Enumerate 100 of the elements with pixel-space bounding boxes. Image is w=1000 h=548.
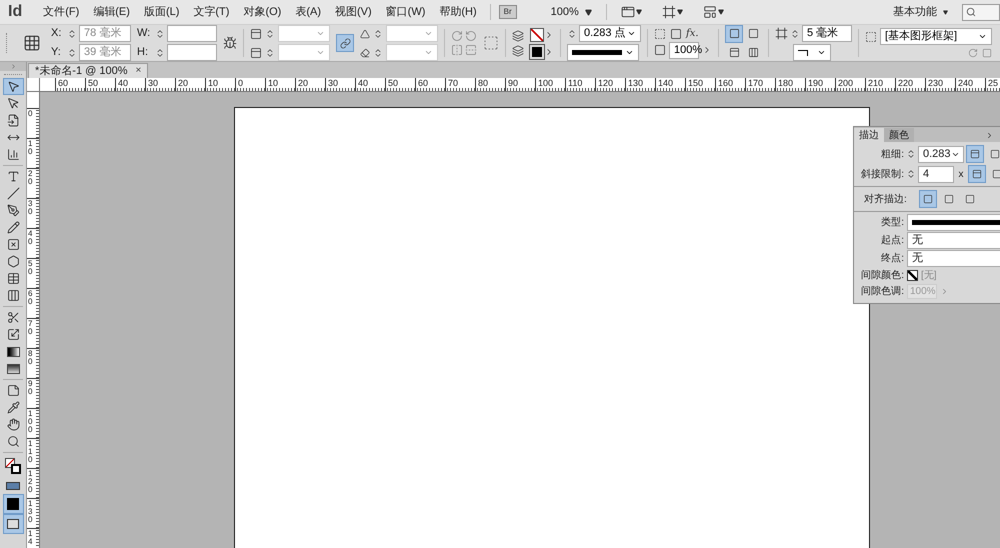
stroke-weight-dropdown[interactable]: 0.283 点 <box>579 25 641 42</box>
crossed-frame-icon <box>6 238 20 251</box>
ruler-label: 80 <box>28 350 32 366</box>
view-options-button[interactable] <box>620 5 642 19</box>
menu-item[interactable]: 表(A) <box>288 4 328 20</box>
menu-item[interactable]: 版面(L) <box>136 4 186 20</box>
corner-size-field[interactable]: 5 毫米 <box>802 25 852 42</box>
reference-point-icon <box>23 34 41 52</box>
ruler-label: 200 <box>838 78 854 88</box>
ruler-label: 150 <box>688 78 704 88</box>
size-label: W: <box>137 26 152 42</box>
stroke-swatch[interactable] <box>530 28 544 42</box>
cap-button[interactable] <box>966 145 984 163</box>
pencil-icon <box>6 221 20 234</box>
menu-item[interactable]: 文字(T) <box>186 4 236 20</box>
caret-icon <box>676 9 683 15</box>
spinner-icon <box>790 28 800 38</box>
hollow-pointer-icon <box>6 97 20 110</box>
stroke-align-button[interactable] <box>919 190 937 208</box>
stroke-weight-dropdown[interactable]: 0.283 <box>918 146 964 162</box>
miter-limit-field[interactable]: 4 <box>918 166 954 182</box>
coordinate-field[interactable]: 39 毫米 <box>79 44 131 61</box>
ruler-label: 25 <box>988 78 998 88</box>
normal-mode-button[interactable] <box>2 494 24 514</box>
screen-mode-button[interactable] <box>2 514 24 534</box>
coordinate-field[interactable]: 78 毫米 <box>79 25 131 42</box>
constrain-proportions-button[interactable] <box>336 34 354 52</box>
ruler-label: 240 <box>958 78 974 88</box>
stroke-type-dropdown[interactable] <box>907 214 1000 231</box>
layout-icon <box>702 5 717 19</box>
bug-icon <box>223 36 237 50</box>
panel-tab[interactable]: 描边 <box>854 128 884 142</box>
ruler-label: 14 <box>28 530 32 546</box>
ruler-label: 180 <box>778 78 794 88</box>
screen-mode-menu[interactable] <box>662 5 683 19</box>
menu-item[interactable]: 文件(F) <box>36 4 86 20</box>
ruler-label: 50 <box>88 78 98 88</box>
arrowhead-dropdown[interactable]: 无 <box>907 232 1000 249</box>
field-label: 类型: <box>880 216 904 230</box>
text-wrap-button[interactable] <box>725 24 743 42</box>
close-tab-button[interactable]: × <box>135 66 142 76</box>
spinner-icon <box>67 48 77 58</box>
frame-icon <box>662 5 676 19</box>
rotate-counterclockwise-icon <box>465 30 477 42</box>
effects-button[interactable]: fx. <box>686 28 699 40</box>
stroke-align-icon <box>965 194 975 204</box>
corner-shape-dropdown[interactable] <box>793 44 831 61</box>
line-icon <box>6 187 20 200</box>
ruler-label: 40 <box>28 230 32 246</box>
scale-icon <box>250 46 262 58</box>
corner-shape-icon <box>798 50 808 56</box>
arrow-pointer-tool[interactable] <box>2 78 24 95</box>
ruler-label: 30 <box>28 200 32 216</box>
menu-item[interactable]: 编辑(E) <box>86 4 137 20</box>
coordinate-label: Y: <box>51 45 62 60</box>
chevron-down-icon <box>627 29 636 38</box>
fill-swatch[interactable] <box>530 44 544 58</box>
stroke-align-icon <box>923 194 933 204</box>
ruler-label: 40 <box>358 78 368 88</box>
chevron-down-icon <box>978 32 987 41</box>
ruler-label: 110 <box>568 78 582 88</box>
menu-item[interactable]: 窗口(W) <box>378 4 432 20</box>
menu-item[interactable]: 帮助(H) <box>432 4 484 20</box>
ruler-label: 140 <box>658 78 674 88</box>
columns-icon <box>6 289 20 302</box>
size-field[interactable] <box>167 44 217 61</box>
hexagon-icon <box>6 255 20 268</box>
workspace-switcher[interactable]: 基本功能 <box>893 4 948 20</box>
ruler-label: 30 <box>328 78 338 88</box>
ruler-label: 60 <box>418 78 428 88</box>
arrowhead-dropdown[interactable]: 无 <box>907 250 1000 267</box>
ruler-label: 20 <box>298 78 308 88</box>
join-button[interactable] <box>968 165 986 183</box>
bridge-button[interactable]: Br <box>498 5 517 19</box>
arrange-documents-button[interactable] <box>702 5 724 19</box>
pen-icon <box>6 204 20 217</box>
ruler-label: 60 <box>28 290 32 306</box>
menu-item[interactable]: 对象(O) <box>236 4 288 20</box>
search-field[interactable] <box>962 4 1000 20</box>
ruler-label: 130 <box>28 500 32 524</box>
ruler-label: 90 <box>508 78 518 88</box>
object-style-dropdown[interactable]: [基本图形框架] <box>880 28 992 45</box>
field-label: 间隙颜色: <box>860 268 904 283</box>
eyedropper-icon <box>6 401 20 414</box>
stroke-type-dropdown[interactable] <box>567 44 639 61</box>
ruler-label: 120 <box>28 470 32 494</box>
panel-tab[interactable]: 颜色 <box>884 128 914 142</box>
size-field[interactable] <box>167 25 217 42</box>
flip-horizontal-icon <box>451 44 463 56</box>
size-label: H: <box>137 45 149 60</box>
ruler-label: 70 <box>28 320 32 336</box>
chevron-down-icon <box>316 29 325 38</box>
fill-stroke-swatch[interactable] <box>2 455 24 477</box>
document-tab[interactable]: *未命名-1 @ 100% × <box>28 63 148 78</box>
dashed-square-icon <box>483 35 499 51</box>
zoom-dropdown[interactable]: 100% <box>550 4 592 20</box>
frame-icon <box>654 28 666 40</box>
arrow-pointer-icon <box>6 80 20 93</box>
ruler-label: 220 <box>898 78 914 88</box>
menu-item[interactable]: 视图(V) <box>328 4 379 20</box>
